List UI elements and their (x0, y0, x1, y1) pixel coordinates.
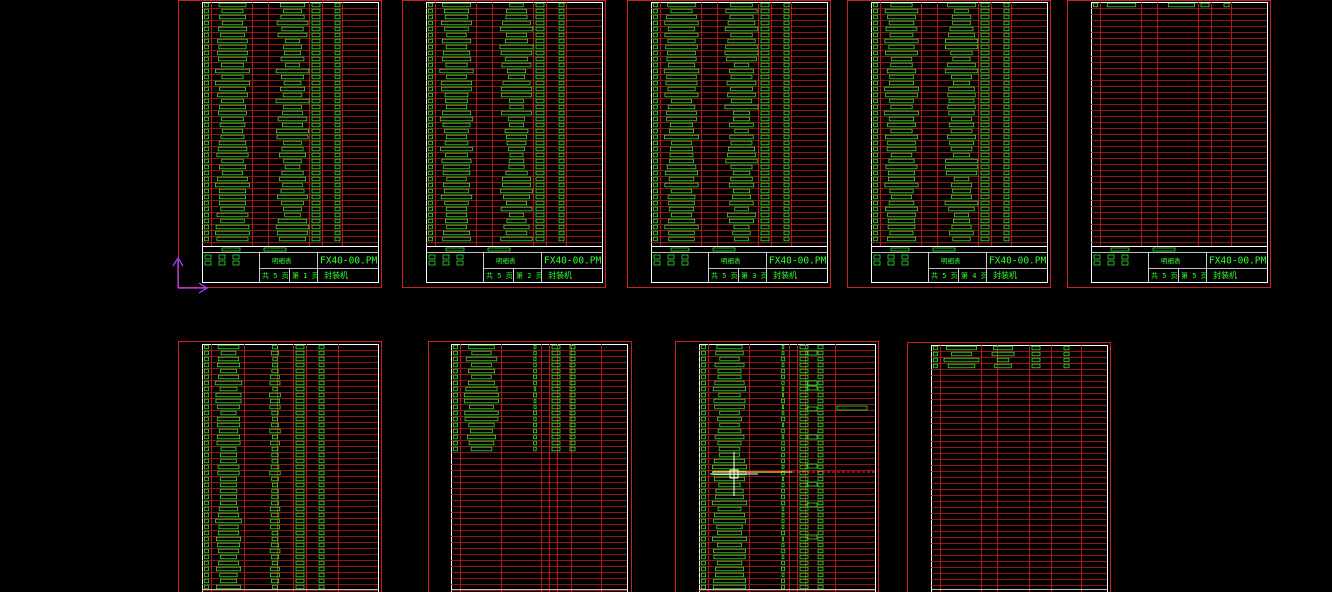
sheet-stamp-label: 明细表 (1161, 256, 1181, 265)
parts-list-rows (451, 350, 627, 591)
parts-list-entries (453, 344, 576, 452)
drawing-sheet[interactable]: 明细表 FX40-00.PM 共 5 页第 2 页封装机 (402, 0, 606, 288)
drawing-sheet[interactable] (178, 341, 382, 592)
parts-list-rows (202, 350, 378, 591)
page-number: 第 2 页 (516, 271, 543, 280)
total-pages: 共 5 页 (262, 271, 289, 280)
page-number: 第 1 页 (292, 271, 319, 280)
parts-list-entries (1093, 2, 1230, 8)
parts-list-rows (1091, 8, 1267, 243)
extra-entries (806, 350, 868, 540)
sheet-outer-frame (907, 342, 1111, 592)
sheet-outer-frame (1067, 0, 1271, 288)
ucs-axis-icon (172, 256, 209, 294)
drawing-sheets: 明细表 FX40-00.PM共 5 页第 1 页封装机明细表 FX40-00.PM共… (178, 0, 1271, 592)
drawing-number: FX40-00.PM (989, 256, 1046, 267)
sheet-stamp-label: 明细表 (721, 256, 741, 265)
parts-list-entries (701, 344, 824, 590)
assembly-name: 封装机 (773, 270, 797, 280)
drawing-number: FX40-00.PM (769, 256, 826, 267)
page-number: 第 5 页 (1181, 271, 1208, 280)
drawing-number: FX40-00.PM (320, 256, 377, 267)
drawing-sheet[interactable]: 明细表 FX40-00.PM 共 5 页第 1 页封装机 (178, 0, 382, 288)
total-pages: 共 5 页 (711, 271, 738, 280)
parts-list-rows (699, 350, 875, 591)
sheet-stamp-label: 明细表 (496, 256, 516, 265)
parts-list-entries (933, 345, 1070, 369)
drawing-number: FX40-00.PM (1209, 256, 1266, 267)
drawing-sheet[interactable]: 明细表 FX40-00.PM 共 5 页第 3 页封装机 (627, 0, 831, 288)
drawing-sheet[interactable] (428, 341, 632, 592)
total-pages: 共 5 页 (486, 271, 513, 280)
sheet-outer-frame (627, 0, 831, 288)
drawing-number: FX40-00.PM (544, 256, 601, 267)
title-block: 明细表 FX40-00.PM 共 5 页第 3 页封装机 (651, 246, 827, 282)
drawing-sheet[interactable] (675, 341, 879, 592)
assembly-name: 封装机 (324, 270, 348, 280)
total-pages: 共 5 页 (931, 271, 958, 280)
drawing-sheet[interactable]: 明细表 FX40-00.PM 共 5 页第 4 页封装机 (847, 0, 1051, 288)
sheet-outer-frame (178, 0, 382, 288)
assembly-name: 封装机 (548, 270, 572, 280)
assembly-name: 封装机 (1213, 270, 1237, 280)
page-number: 第 4 页 (961, 271, 988, 280)
title-block: 明细表 FX40-00.PM 共 5 页第 5 页封装机 (1091, 246, 1267, 282)
cad-model-space[interactable]: 明细表 FX40-00.PM共 5 页第 1 页封装机明细表 FX40-00.PM共… (0, 0, 1332, 592)
title-block: 明细表 FX40-00.PM 共 5 页第 2 页封装机 (426, 246, 602, 282)
sheet-stamp-label: 明细表 (941, 256, 961, 265)
assembly-name: 封装机 (993, 270, 1017, 280)
sheet-stamp-label: 明细表 (272, 256, 292, 265)
sheet-outer-frame (402, 0, 606, 288)
title-block: 明细表 FX40-00.PM 共 5 页第 1 页封装机 (202, 246, 378, 282)
drawing-sheet[interactable] (907, 342, 1111, 592)
sheet-outer-frame (847, 0, 1051, 288)
total-pages: 共 5 页 (1151, 271, 1178, 280)
drawing-sheet[interactable]: 明细表 FX40-00.PM 共 5 页第 5 页封装机 (1067, 0, 1271, 288)
title-block: 明细表 FX40-00.PM 共 5 页第 4 页封装机 (871, 246, 1047, 282)
parts-list-rows (931, 351, 1107, 586)
page-number: 第 3 页 (741, 271, 768, 280)
